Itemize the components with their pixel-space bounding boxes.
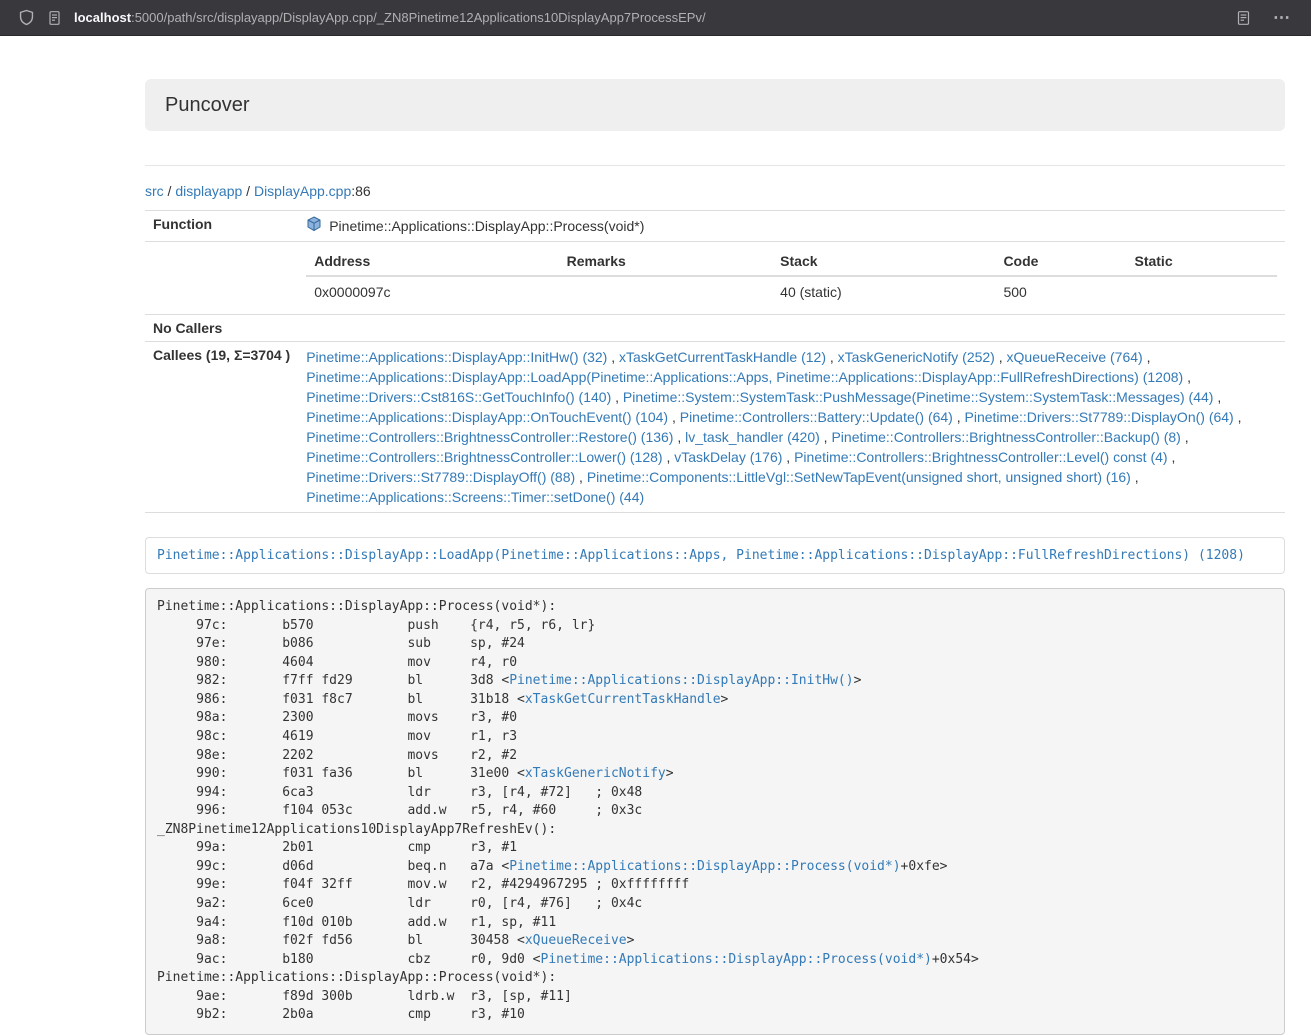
callee-separator: , <box>663 449 675 465</box>
callees-row: Callees (19, Σ=3704 ) Pinetime::Applicat… <box>145 342 1285 513</box>
code-symbol-link[interactable]: xTaskGetCurrentTaskHandle <box>525 692 721 707</box>
callee-link[interactable]: Pinetime::Components::LittleVgl::SetNewT… <box>587 469 1131 485</box>
info-value-cell: 40 (static) <box>772 276 995 309</box>
code-symbol-link[interactable]: Pinetime::Applications::DisplayApp::Proc… <box>509 859 900 874</box>
url-host: localhost <box>74 10 131 25</box>
info-column-header: Code <box>995 247 1126 276</box>
callee-link[interactable]: lv_task_handler (420) <box>685 429 820 445</box>
info-column-header: Static <box>1126 247 1277 276</box>
callees-label: Callees (19, Σ=3704 ) <box>145 342 298 513</box>
callee-link[interactable]: vTaskDelay (176) <box>674 449 782 465</box>
no-callers-label: No Callers <box>145 315 298 342</box>
callee-link[interactable]: xTaskGenericNotify (252) <box>838 349 995 365</box>
page-title: Puncover <box>165 92 1265 118</box>
breadcrumb: src / displayapp / DisplayApp.cpp:86 <box>145 182 1285 200</box>
callee-link[interactable]: Pinetime::Controllers::BrightnessControl… <box>306 429 673 445</box>
function-table: Function Pinetime::Applications::Display… <box>145 210 1285 513</box>
callee-separator: , <box>826 349 838 365</box>
function-name-cell: Pinetime::Applications::DisplayApp::Proc… <box>306 216 1277 236</box>
callee-separator: , <box>1181 429 1189 445</box>
code-symbol-link[interactable]: Pinetime::Applications::DisplayApp::Proc… <box>541 952 932 967</box>
callee-separator: , <box>953 409 965 425</box>
info-value-cell <box>559 276 773 309</box>
callee-separator: , <box>1131 469 1139 485</box>
callee-separator: , <box>1213 389 1221 405</box>
callee-link[interactable]: Pinetime::Drivers::Cst816S::GetTouchInfo… <box>306 389 611 405</box>
callee-link[interactable]: xQueueReceive (764) <box>1007 349 1143 365</box>
symbol-panel: Pinetime::Applications::DisplayApp::Load… <box>145 537 1285 574</box>
callee-link[interactable]: Pinetime::Controllers::BrightnessControl… <box>306 449 662 465</box>
disassembly-code: Pinetime::Applications::DisplayApp::Proc… <box>145 588 1285 1035</box>
callee-separator: , <box>1234 409 1242 425</box>
browser-toolbar: localhost:5000/path/src/displayapp/Displ… <box>0 0 1311 36</box>
url-path: :5000/path/src/displayapp/DisplayApp.cpp… <box>131 10 706 25</box>
callee-link[interactable]: Pinetime::Drivers::St7789::DisplayOff() … <box>306 469 575 485</box>
info-header-row: AddressRemarksStackCodeStatic <box>306 247 1277 276</box>
info-column-header: Address <box>306 247 558 276</box>
overflow-menu-icon[interactable]: ⋯ <box>1265 9 1299 26</box>
function-label: Function <box>145 211 298 242</box>
breadcrumb-separator: / <box>242 183 254 199</box>
callee-link[interactable]: Pinetime::Applications::DisplayApp::Load… <box>306 369 1183 385</box>
callee-link[interactable]: xTaskGetCurrentTaskHandle (12) <box>619 349 826 365</box>
url-bar[interactable]: localhost:5000/path/src/displayapp/Displ… <box>74 10 1219 25</box>
function-row: Function Pinetime::Applications::Display… <box>145 211 1285 242</box>
callee-separator: , <box>1143 349 1151 365</box>
callee-separator: , <box>607 349 619 365</box>
no-callers-row: No Callers <box>145 315 1285 342</box>
callee-separator: , <box>611 389 623 405</box>
page-content: Puncover src / displayapp / DisplayApp.c… <box>145 79 1285 1035</box>
callee-link[interactable]: Pinetime::Applications::DisplayApp::Init… <box>306 349 607 365</box>
breadcrumb-line-number: :86 <box>351 183 370 199</box>
code-symbol-link[interactable]: xQueueReceive <box>525 933 627 948</box>
callee-separator: , <box>673 429 685 445</box>
function-info-row: AddressRemarksStackCodeStatic 0x0000097c… <box>145 242 1285 315</box>
function-name: Pinetime::Applications::DisplayApp::Proc… <box>329 217 644 235</box>
breadcrumb-link[interactable]: src <box>145 183 164 199</box>
tracking-protection-shield-icon[interactable] <box>12 5 40 31</box>
symbol-panel-link[interactable]: Pinetime::Applications::DisplayApp::Load… <box>157 548 1245 563</box>
breadcrumb-link[interactable]: DisplayApp.cpp <box>254 183 351 199</box>
info-column-header: Remarks <box>559 247 773 276</box>
info-value-cell: 500 <box>995 276 1126 309</box>
code-symbol-link[interactable]: xTaskGenericNotify <box>525 766 666 781</box>
info-value-cell: 0x0000097c <box>306 276 558 309</box>
callee-separator: , <box>820 429 832 445</box>
reader-mode-icon[interactable] <box>1229 5 1257 31</box>
breadcrumb-link[interactable]: displayapp <box>175 183 242 199</box>
info-value-cell <box>1126 276 1277 309</box>
app-header: Puncover <box>145 79 1285 131</box>
info-value-row: 0x0000097c 40 (static)500 <box>306 276 1277 309</box>
info-column-header: Stack <box>772 247 995 276</box>
callee-separator: , <box>1168 449 1176 465</box>
callee-separator: , <box>668 409 680 425</box>
callee-separator: , <box>1183 369 1191 385</box>
callee-link[interactable]: Pinetime::Controllers::BrightnessControl… <box>831 429 1180 445</box>
function-info-row-spacer <box>145 242 298 315</box>
code-symbol-link[interactable]: Pinetime::Applications::DisplayApp::Init… <box>509 673 853 688</box>
callee-separator: , <box>782 449 794 465</box>
callee-link[interactable]: Pinetime::Controllers::BrightnessControl… <box>794 449 1167 465</box>
callee-link[interactable]: Pinetime::System::SystemTask::PushMessag… <box>623 389 1214 405</box>
function-info-table: AddressRemarksStackCodeStatic 0x0000097c… <box>306 247 1277 309</box>
callee-separator: , <box>995 349 1007 365</box>
divider <box>145 165 1285 166</box>
callee-link[interactable]: Pinetime::Controllers::Battery::Update()… <box>680 409 953 425</box>
breadcrumb-separator: / <box>164 183 176 199</box>
callees-list: Pinetime::Applications::DisplayApp::Init… <box>298 342 1285 513</box>
function-icon <box>306 216 322 236</box>
page-info-icon[interactable] <box>40 5 68 31</box>
callee-link[interactable]: Pinetime::Applications::DisplayApp::OnTo… <box>306 409 668 425</box>
callee-link[interactable]: Pinetime::Drivers::St7789::DisplayOn() (… <box>965 409 1234 425</box>
callee-separator: , <box>575 469 587 485</box>
callee-link[interactable]: Pinetime::Applications::Screens::Timer::… <box>306 489 644 505</box>
